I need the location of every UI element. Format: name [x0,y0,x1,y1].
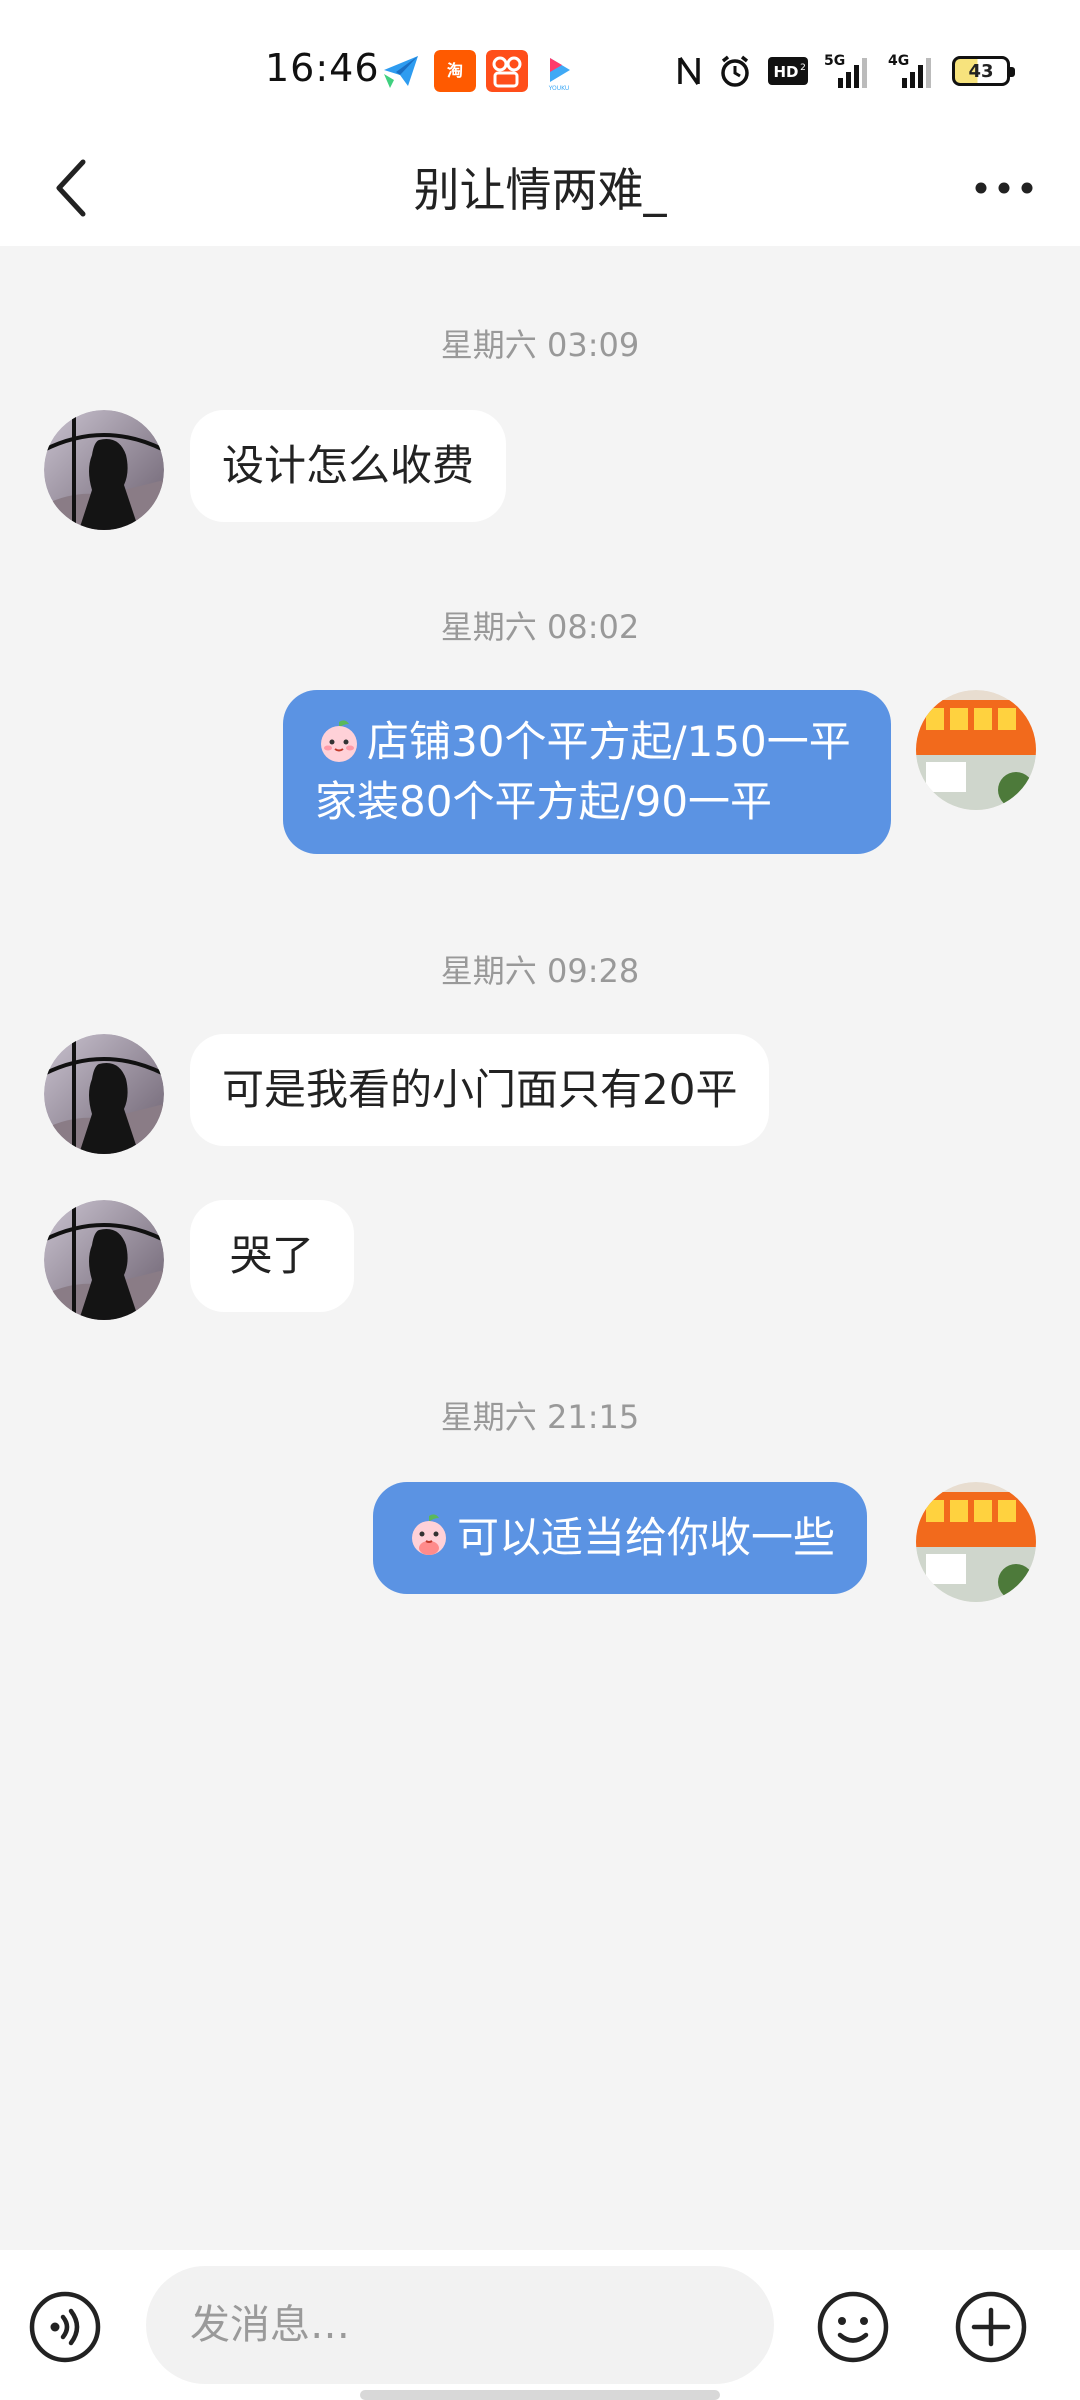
svg-text:HD: HD [773,63,798,81]
svg-text:4G: 4G [888,53,909,69]
battery-indicator: 43 [952,56,1015,86]
my-avatar[interactable] [916,1482,1036,1602]
4g-signal-icon: 4G [888,53,931,88]
message-text: 可是我看的小门面只有20平 [222,1065,738,1114]
contact-avatar[interactable] [44,1034,164,1154]
nfc-icon [678,57,700,85]
my-avatar[interactable] [916,690,1036,810]
alarm-icon [721,55,749,87]
message-bubble-incoming[interactable]: 哭了 [190,1200,355,1312]
home-indicator[interactable] [360,2390,720,2400]
more-button[interactable] [964,148,1044,228]
youku-icon: YOUKU [538,50,580,92]
message-text: 家装80个平方起/90一平 [315,777,773,826]
message-bubble-outgoing[interactable]: 可以适当给你收一些 [373,1482,868,1594]
peach-hug-icon [412,1514,446,1555]
svg-text:YOUKU: YOUKU [548,85,570,92]
status-indicators: HD 2 5G 4G 43 [676,48,1015,94]
svg-text:淘: 淘 [447,61,463,80]
message-timestamp: 星期六 21:15 [440,1398,640,1436]
message-bubble-incoming[interactable]: 可是我看的小门面只有20平 [190,1034,770,1146]
contact-avatar[interactable] [44,410,164,530]
chat-title: 别让情两难_ [413,163,667,217]
chat-screen: 16:46 淘 YOUKU HD 2 5G 4G 43 别让情两难_ 星期六 0… [0,0,1080,2400]
peach-face-icon [321,720,357,762]
svg-text:5G: 5G [824,53,845,69]
smiley-icon[interactable] [816,2290,890,2364]
chat-header: 别让情两难_ [0,130,1080,246]
paper-plane-icon [380,50,422,92]
message-timestamp: 星期六 09:28 [440,952,640,990]
plus-circle-icon[interactable] [954,2290,1028,2364]
hd-icon: HD 2 [768,57,808,85]
message-text: 可以适当给你收一些 [457,1513,836,1562]
message-bubble-outgoing[interactable]: 店铺30个平方起/150一平 家装80个平方起/90一平 [283,690,891,854]
status-time: 16:46 [265,46,380,90]
message-input-bar [0,2250,1080,2400]
message-bubble-incoming[interactable]: 设计怎么收费 [190,410,507,522]
voice-icon[interactable] [28,2290,102,2364]
message-input[interactable] [146,2266,774,2384]
message-text: 店铺30个平方起/150一平 [367,717,851,766]
svg-text:2: 2 [800,63,806,73]
contact-avatar[interactable] [44,1200,164,1320]
message-line: 店铺30个平方起/150一平 [315,712,859,772]
kuaishou-icon [486,50,528,92]
more-dots-icon [975,182,1033,194]
message-timestamp: 星期六 08:02 [440,608,640,646]
5g-signal-icon: 5G [824,53,867,88]
message-text: 设计怎么收费 [222,441,475,490]
taobao-icon: 淘 [434,50,476,92]
message-text: 哭了 [230,1231,315,1280]
message-timestamp: 星期六 03:09 [440,326,640,364]
status-bar: 16:46 淘 YOUKU HD 2 5G 4G 43 [0,0,1080,130]
battery-level: 43 [968,60,994,82]
